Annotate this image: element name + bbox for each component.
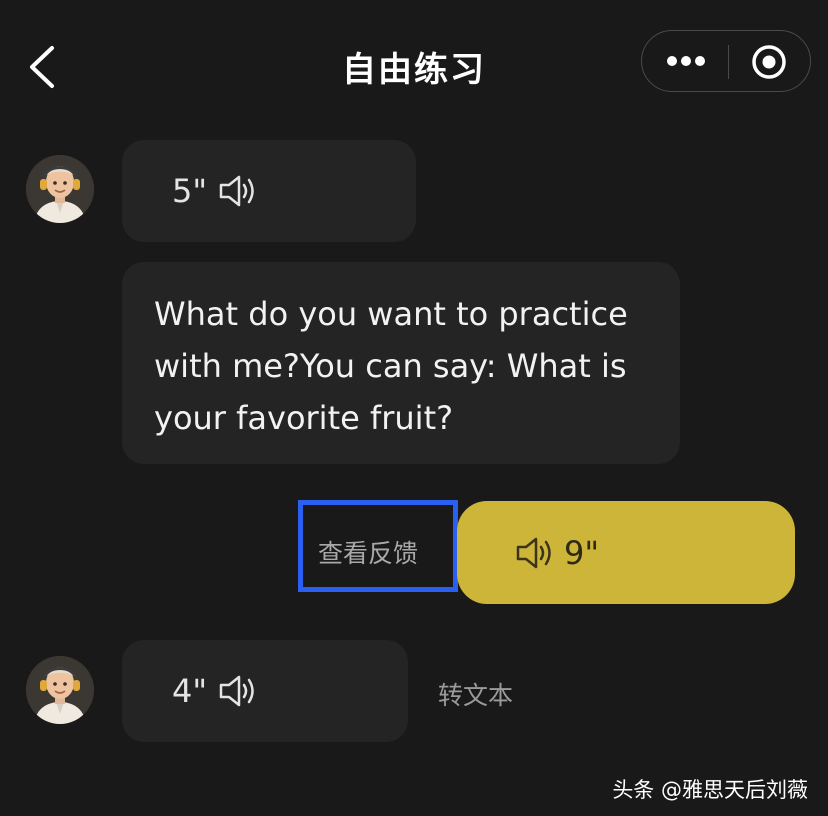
avatar [26,656,94,724]
bot-voice-bubble[interactable] [122,640,408,742]
speaker-icon [516,537,551,569]
nav-bar: 自由练习 [0,0,828,130]
target-close-icon[interactable] [750,43,788,81]
voice-duration: 4" [172,672,208,710]
user-voice-row: 9" [514,534,599,572]
view-feedback-link[interactable]: 查看反馈 [318,534,418,570]
more-dots-icon[interactable] [664,49,708,73]
bot-voice-bubble[interactable] [122,140,416,242]
convert-to-text-link[interactable]: 转文本 [438,676,513,712]
voice-duration: 9" [564,534,600,572]
watermark: 头条 @雅思天后刘薇 [612,778,808,802]
mini-program-capsule [641,30,811,92]
speaker-icon [219,175,254,207]
speaker-icon [219,675,254,707]
voice-message-row: 4" [172,672,257,710]
message-text: What do you want to practice with me?You… [154,295,628,437]
avatar [26,155,94,223]
voice-duration: 5" [172,172,208,210]
capsule-divider [728,45,729,79]
user-voice-bubble[interactable] [457,501,795,604]
voice-message-row: 5" [172,172,257,210]
